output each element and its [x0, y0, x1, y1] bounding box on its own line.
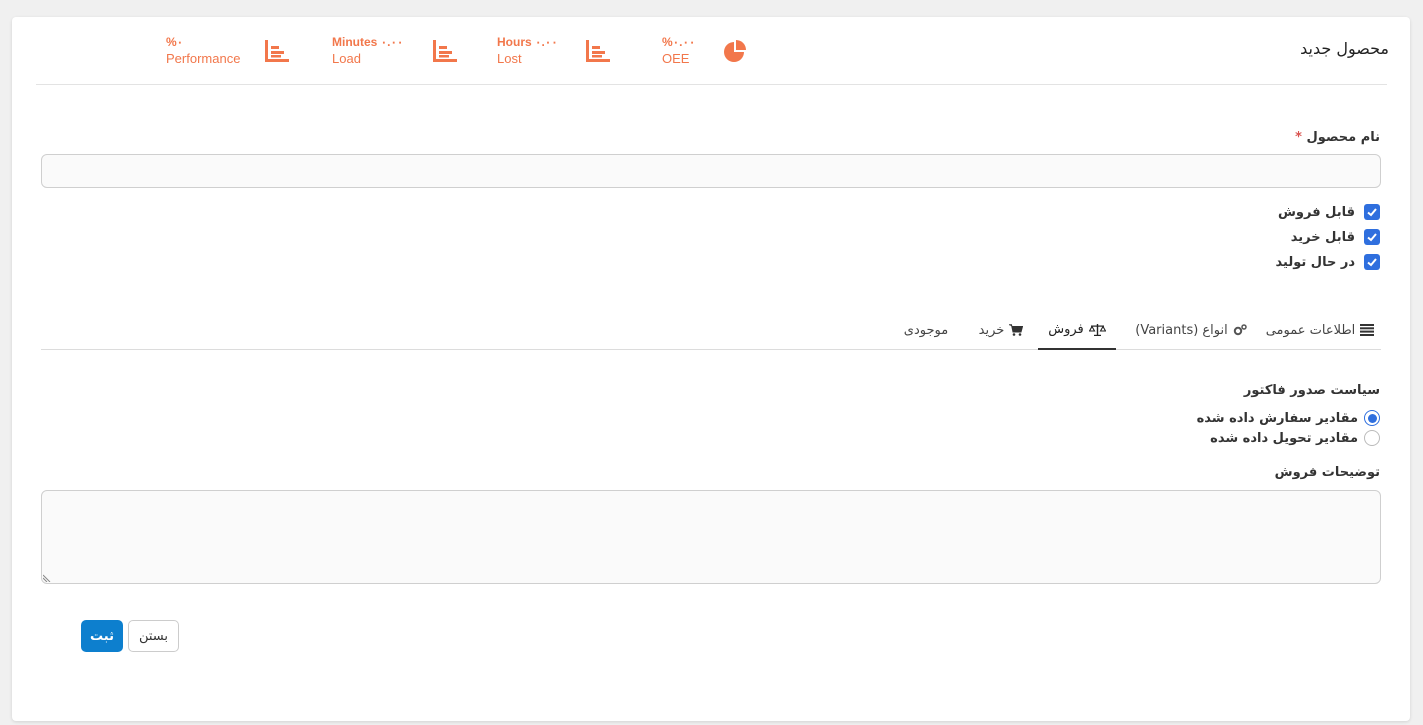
tab-general-info-label: اطلاعات عمومی	[1265, 322, 1356, 338]
stat-oee: %۰.۰۰ OEE	[662, 35, 695, 66]
tab-general-info[interactable]: اطلاعات عمومی	[1259, 311, 1381, 349]
bar-chart-icon	[586, 40, 610, 62]
stat-lost-value: Hours ۰.۰۰	[497, 35, 558, 49]
tab-purchase-label: خرید	[978, 322, 1005, 338]
stat-performance-label: Performance	[166, 51, 241, 66]
sales-description-textarea[interactable]	[41, 490, 1381, 584]
checkbox-sellable[interactable]: قابل فروش	[1278, 203, 1380, 221]
stat-lost: Hours ۰.۰۰ Lost	[497, 35, 558, 66]
stat-load-label: Load	[332, 51, 361, 66]
page-title: محصول جدید	[1300, 39, 1389, 58]
tab-sales[interactable]: فروش	[1038, 311, 1116, 350]
check-icon	[1367, 233, 1377, 242]
radio-ordered-quantities-label: مقادیر سفارش داده شده	[1196, 410, 1358, 426]
submit-button[interactable]: ثبت	[81, 620, 123, 652]
stat-performance-value: %۰	[166, 35, 184, 49]
product-name-label-text: نام محصول	[1306, 130, 1380, 145]
tab-purchase[interactable]: خرید	[966, 311, 1036, 349]
checkbox-in-production-box[interactable]	[1364, 254, 1380, 270]
tab-sales-label: فروش	[1048, 322, 1084, 337]
tab-variants[interactable]: انواع (Variants)	[1125, 311, 1257, 349]
tab-inventory-label: موجودی	[903, 322, 949, 338]
check-icon	[1367, 258, 1377, 267]
stat-oee-label: OEE	[662, 51, 690, 66]
balance-scale-icon	[1088, 323, 1106, 336]
product-name-label: نام محصول *	[1295, 130, 1380, 145]
tab-variants-label: انواع (Variants)	[1135, 322, 1228, 338]
close-button[interactable]: بستن	[128, 620, 179, 652]
bar-chart-icon	[433, 40, 457, 62]
checkbox-purchasable-box[interactable]	[1364, 229, 1380, 245]
checkbox-sellable-label: قابل فروش	[1277, 204, 1355, 220]
radio-delivered-quantities-label: مقادیر تحویل داده شده	[1210, 430, 1358, 446]
checkbox-purchasable[interactable]: قابل خرید	[1291, 228, 1380, 246]
stat-load: Minutes ۰.۰۰ Load	[332, 35, 403, 66]
radio-delivered-quantities[interactable]: مقادیر تحویل داده شده	[1210, 429, 1380, 447]
pie-chart-icon	[724, 40, 746, 62]
sales-description-label: توضیحات فروش	[1274, 465, 1380, 480]
required-mark: *	[1295, 130, 1302, 145]
checkbox-in-production[interactable]: در حال تولید	[1276, 253, 1380, 271]
list-icon	[1360, 324, 1375, 336]
check-icon	[1367, 208, 1377, 217]
form-card: محصول جدید %۰.۰۰ OEE Hours ۰.۰۰ Lost Min…	[12, 17, 1410, 721]
radio-ordered-quantities[interactable]: مقادیر سفارش داده شده	[1197, 409, 1380, 427]
header: محصول جدید %۰.۰۰ OEE Hours ۰.۰۰ Lost Min…	[36, 17, 1389, 85]
checkbox-purchasable-label: قابل خرید	[1290, 229, 1355, 245]
resize-handle-icon[interactable]	[43, 574, 51, 582]
shopping-cart-icon	[1009, 324, 1024, 336]
invoice-policy-label: سیاست صدور فاکتور	[1243, 383, 1380, 398]
tab-inventory[interactable]: موجودی	[891, 311, 961, 349]
stat-performance: %۰ Performance	[166, 35, 240, 66]
radio-ordered-quantities-circle[interactable]	[1364, 410, 1380, 426]
stat-oee-value: %۰.۰۰	[662, 35, 696, 49]
radio-delivered-quantities-circle[interactable]	[1364, 430, 1380, 446]
stat-lost-label: Lost	[497, 51, 522, 66]
gears-icon	[1233, 324, 1247, 336]
tab-bar: اطلاعات عمومی انواع (Variants) فروش خرید…	[41, 311, 1381, 350]
bar-chart-icon	[265, 40, 289, 62]
checkbox-sellable-box[interactable]	[1364, 204, 1380, 220]
product-name-input[interactable]	[41, 154, 1381, 188]
checkbox-in-production-label: در حال تولید	[1275, 254, 1355, 270]
stat-load-value: Minutes ۰.۰۰	[332, 35, 404, 49]
